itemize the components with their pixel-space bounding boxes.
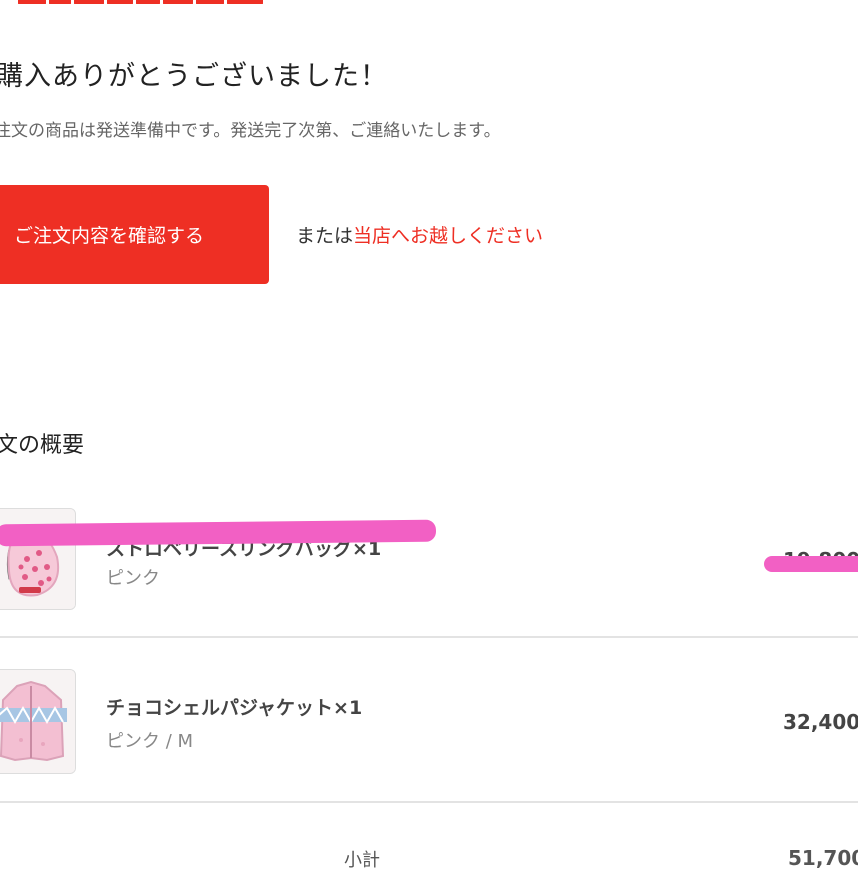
- item-price: 32,400: [783, 710, 858, 734]
- order-item: ストロベリースリングバッグ×1 ピンク 19,800: [0, 508, 858, 618]
- subtotal-value: 51,700: [788, 846, 858, 870]
- pink-sherpa-jacket-image: [0, 669, 76, 774]
- or-label: または: [296, 225, 354, 247]
- divider: [0, 801, 858, 803]
- item-variant: ピンク: [106, 568, 160, 589]
- redaction-mark: [0, 519, 437, 547]
- store-logo: [18, 0, 270, 4]
- page-title: 購入ありがとうございました！: [0, 61, 388, 92]
- page-subtitle: 注文の商品は発送準備中です。発送完了次第、ご連絡いたします。: [0, 121, 501, 141]
- confirm-order-button[interactable]: ご注文内容を確認する: [0, 185, 269, 284]
- subtotal-label: 小計: [344, 850, 380, 871]
- item-variant: ピンク / M: [106, 731, 194, 752]
- store-link[interactable]: 当店へお越しください: [353, 225, 543, 247]
- alternative-action: または当店へお越しください: [296, 221, 543, 248]
- order-summary-heading: 文の概要: [0, 433, 85, 458]
- item-name: チョコシェルパジャケット×1: [106, 697, 363, 719]
- divider: [0, 636, 858, 638]
- redaction-mark: [764, 556, 858, 572]
- order-item: チョコシェルパジャケット×1 ピンク / M 32,400: [0, 669, 858, 779]
